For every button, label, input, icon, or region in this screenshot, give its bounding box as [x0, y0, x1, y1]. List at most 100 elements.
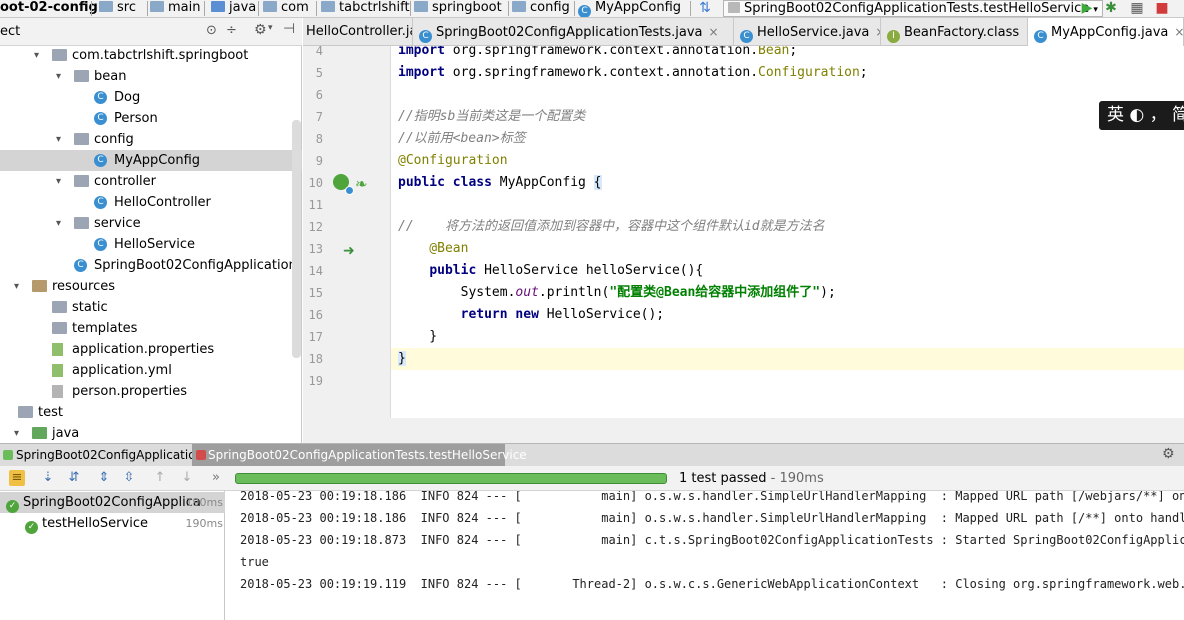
line-number: 10 — [308, 176, 323, 190]
tree-item-dog[interactable]: C Dog — [0, 87, 302, 108]
crumb-config[interactable]: config — [512, 0, 570, 17]
test-suite-name: SpringBoot02ConfigApplica — [23, 495, 201, 510]
tree-item-com-tabctrlshift-springboot[interactable]: ▾ com.tabctrlshift.springboot — [0, 45, 302, 66]
expand-arrow-icon[interactable]: ▾ — [56, 66, 68, 87]
show-passed-icon[interactable]: ≡ — [9, 470, 25, 486]
expand-arrow-icon[interactable]: ▾ — [14, 423, 26, 444]
tree-item-resources[interactable]: ▾ resources — [0, 276, 302, 297]
passed-check-icon: ✓ — [6, 500, 19, 513]
run-tab-tests[interactable]: SpringBoot02ConfigApplicationTests.testH… — [192, 444, 527, 467]
tree-item-label: MyAppConfig — [114, 153, 201, 168]
configuration-annotation: @Configuration — [398, 153, 508, 168]
bean-method-gutter-icon[interactable]: ➜ — [343, 242, 361, 260]
ide-window: oot-02-config src main java com tabctrls… — [0, 0, 1184, 620]
close-icon[interactable]: × — [1174, 25, 1183, 39]
console-output[interactable]: 2018-05-23 00:19:18.186 INFO 824 --- [ m… — [226, 491, 1184, 620]
tab-applicationtests[interactable]: C SpringBoot02ConfigApplicationTests.java… — [413, 18, 734, 46]
debug-icon[interactable]: ✱ — [1103, 1, 1119, 16]
tree-item-static[interactable]: static — [0, 297, 302, 318]
println-statement: System.out.println("配置类@Bean给容器中添加组件了"); — [398, 285, 836, 300]
crumb-main[interactable]: main — [150, 0, 200, 17]
scroll-from-source-icon[interactable]: ⊙ — [206, 23, 217, 38]
run-icon[interactable]: ▶ — [1079, 1, 1095, 16]
chevron-down-icon[interactable]: ▾ — [268, 23, 273, 33]
crumb-separator — [199, 1, 205, 16]
code-comment: // 将方法的返回值添加到容器中，容器中这个组件默认id就是方法名 — [398, 219, 825, 234]
tree-item-bean[interactable]: ▾ bean — [0, 66, 302, 87]
expand-arrow-icon[interactable]: ▾ — [56, 171, 68, 192]
crumb-springboot[interactable]: springboot — [414, 0, 502, 17]
run-config-select[interactable]: SpringBoot02ConfigApplicationTests.testH… — [723, 0, 1103, 17]
run-tab-application[interactable]: SpringBoot02ConfigApplication — [0, 444, 203, 467]
tree-item-myappconfig[interactable]: C MyAppConfig — [0, 150, 302, 171]
sort-arrows-icon[interactable]: ⇅ — [697, 1, 713, 16]
tree-item-helloservice[interactable]: C HelloService — [0, 234, 302, 255]
tree-item-label: test — [38, 405, 63, 420]
expand-arrow-icon[interactable]: ▾ — [14, 276, 26, 297]
code-editor[interactable]: import org.springframework.context.annot… — [391, 46, 1184, 418]
folder-icon — [18, 406, 33, 418]
sort-duration-icon[interactable]: ⇵ — [66, 470, 82, 486]
tree-item-springboot02configapplication[interactable]: C SpringBoot02ConfigApplication — [0, 255, 302, 276]
line-number: 14 — [308, 264, 323, 278]
expand-arrow-icon[interactable]: ▾ — [56, 129, 68, 150]
expand-arrow-icon[interactable]: ▾ — [34, 45, 46, 66]
settings-gear-icon[interactable]: ⚙ — [1162, 446, 1175, 462]
package-icon — [74, 70, 89, 82]
tree-item-label: service — [94, 216, 141, 231]
tree-item-templates[interactable]: templates — [0, 318, 302, 339]
crumb-myappconfig[interactable]: C MyAppConfig — [578, 0, 681, 17]
crumb-src[interactable]: src — [99, 0, 136, 17]
ime-indicator[interactable]: 英 ◐ ， 简 — [1099, 101, 1184, 130]
line-number: 9 — [315, 154, 323, 168]
tree-item-config[interactable]: ▾ config — [0, 129, 302, 150]
package-icon — [74, 175, 89, 187]
tree-item-hellocontroller[interactable]: C HelloController — [0, 192, 302, 213]
close-icon[interactable]: × — [709, 25, 719, 39]
tree-item-service[interactable]: ▾ service — [0, 213, 302, 234]
test-case-row[interactable]: ✓ testHelloService 190ms — [0, 513, 225, 534]
tree-item-java[interactable]: ▾ java — [0, 423, 302, 444]
crumb-project[interactable]: oot-02-config — [0, 0, 98, 17]
run-tab-label: SpringBoot02ConfigApplicationTests.testH… — [208, 448, 527, 462]
crumb-separator — [405, 1, 411, 16]
tree-item-person-properties[interactable]: person.properties — [0, 381, 302, 402]
previous-failed-icon[interactable]: ↑ — [152, 470, 168, 486]
expand-arrow-icon[interactable]: ▾ — [56, 213, 68, 234]
tree-item-person[interactable]: C Person — [0, 108, 302, 129]
expand-all-icon[interactable]: ⇕ — [96, 470, 112, 486]
sort-alpha-icon[interactable]: ⇣ — [40, 470, 56, 486]
tab-myappconfig[interactable]: C MyAppConfig.java × — [1028, 18, 1184, 46]
hide-panel-icon[interactable]: ⊣ — [283, 21, 295, 37]
tree-item-label: templates — [72, 321, 138, 336]
package-icon — [321, 1, 335, 12]
tab-label: MyAppConfig.java — [1051, 25, 1169, 40]
test-source-folder-icon — [32, 427, 47, 439]
next-failed-icon[interactable]: ↓ — [179, 470, 195, 486]
line-number: 19 — [308, 374, 323, 388]
settings-gear-icon[interactable]: ⚙ — [254, 22, 267, 38]
test-suite-time: 190ms — [185, 496, 223, 509]
test-suite-row[interactable]: ✓ SpringBoot02ConfigApplica 190ms — [0, 492, 225, 513]
folder-icon — [52, 322, 67, 334]
tree-item-application-properties[interactable]: application.properties — [0, 339, 302, 360]
spring-leaf-icon[interactable]: ❧ — [355, 174, 375, 194]
class-icon: C — [94, 196, 107, 209]
tab-helloservice[interactable]: CHelloService.java× — [734, 18, 881, 46]
tab-beanfactory[interactable]: IBeanFactory.class× — [881, 18, 1028, 46]
class-icon: C — [578, 5, 591, 17]
tree-item-application-yml[interactable]: application.yml — [0, 360, 302, 381]
tree-item-test[interactable]: test — [0, 402, 302, 423]
collapse-all-icon[interactable]: ÷ — [226, 23, 237, 38]
more-options-icon[interactable]: » — [208, 470, 224, 486]
coverage-icon[interactable]: ▦ — [1129, 1, 1145, 16]
stop-icon[interactable]: ■ — [1154, 1, 1170, 16]
tree-item-controller[interactable]: ▾ controller — [0, 171, 302, 192]
test-case-name: testHelloService — [42, 516, 148, 531]
properties-file-icon — [52, 364, 63, 377]
collapse-all-icon[interactable]: ⇳ — [121, 470, 137, 486]
crumb-java[interactable]: java — [211, 0, 256, 17]
crumb-tabctrlshift[interactable]: tabctrlshift — [321, 0, 410, 17]
crumb-com[interactable]: com — [263, 0, 309, 17]
tree-item-label: java — [52, 426, 80, 441]
